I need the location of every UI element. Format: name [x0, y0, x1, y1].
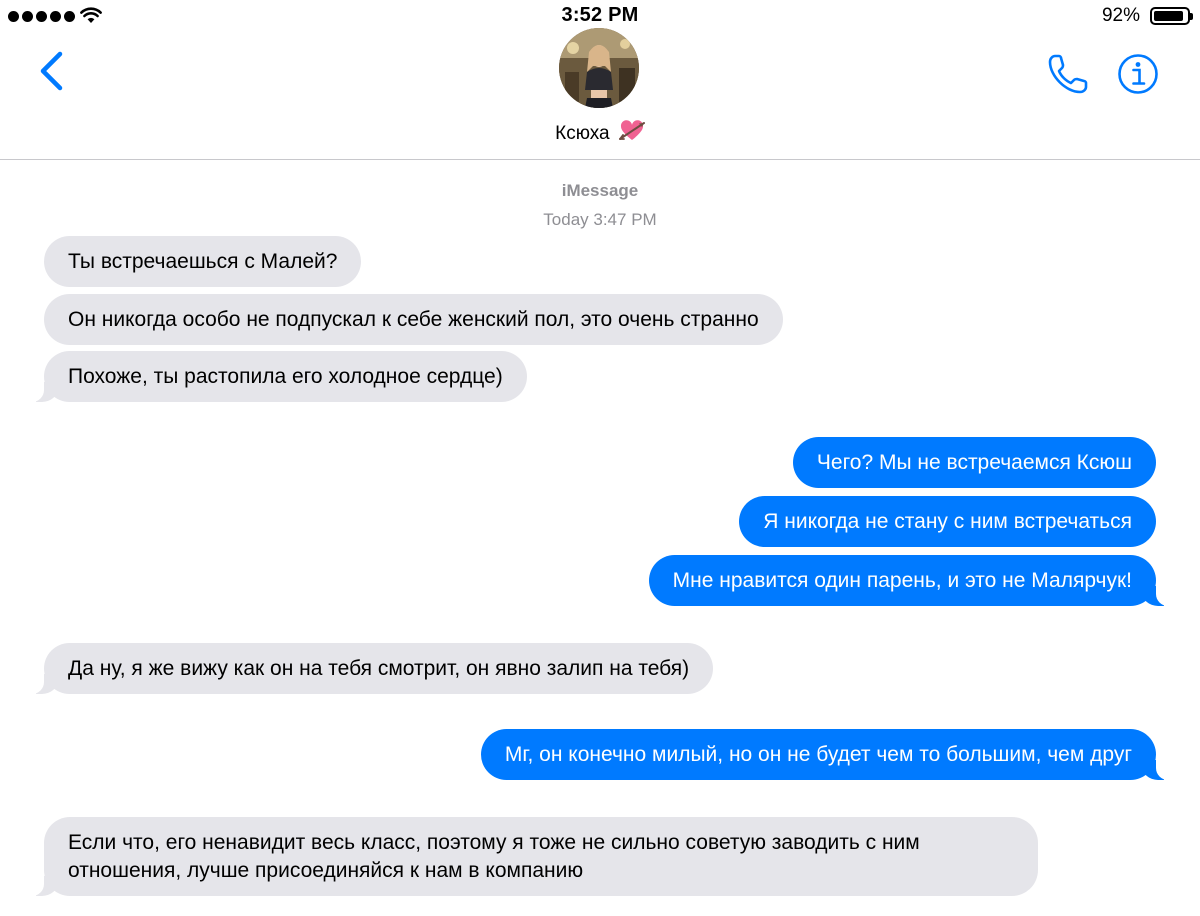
conversation-header: Ксюха	[0, 0, 1200, 160]
info-icon	[1118, 54, 1158, 94]
avatar-photo	[559, 28, 639, 108]
incoming-message-bubble[interactable]: Да ну, я же вижу как он на тебя смотрит,…	[23, 643, 714, 694]
contact-avatar[interactable]	[559, 28, 639, 108]
outgoing-message-bubble[interactable]: Я никогда не стану с ним встречаться	[739, 496, 1156, 547]
incoming-message-bubble[interactable]: Похоже, ты растопила его холодное сердце…	[24, 351, 527, 402]
phone-icon	[1048, 54, 1088, 94]
incoming-message-bubble[interactable]: Он никогда особо не подпускал к себе жен…	[44, 294, 783, 345]
back-button[interactable]	[36, 50, 72, 94]
contact-name[interactable]: Ксюха	[0, 120, 1200, 145]
outgoing-message-bubble[interactable]: Чего? Мы не встречаемся Ксюш	[792, 437, 1156, 488]
contact-name-text: Ксюха	[555, 123, 610, 144]
call-button[interactable]	[1046, 52, 1090, 96]
incoming-message-bubble[interactable]: Если что, его ненавидит весь класс, поэт…	[24, 817, 1038, 896]
back-chevron-icon	[40, 51, 63, 91]
outgoing-message-bubble[interactable]: Мг, он конечно милый, но он не будет чем…	[480, 729, 1177, 780]
outgoing-message-bubble[interactable]: Мне нравится один парень, и это не Маляр…	[648, 555, 1177, 606]
incoming-message-bubble[interactable]: Ты встречаешься с Малей?	[44, 236, 362, 287]
service-label: iMessage	[561, 181, 639, 200]
info-button[interactable]	[1117, 53, 1159, 95]
heart-with-arrow-icon	[618, 120, 645, 140]
conversation-timestamp: Today 3:47 PM	[543, 210, 657, 229]
